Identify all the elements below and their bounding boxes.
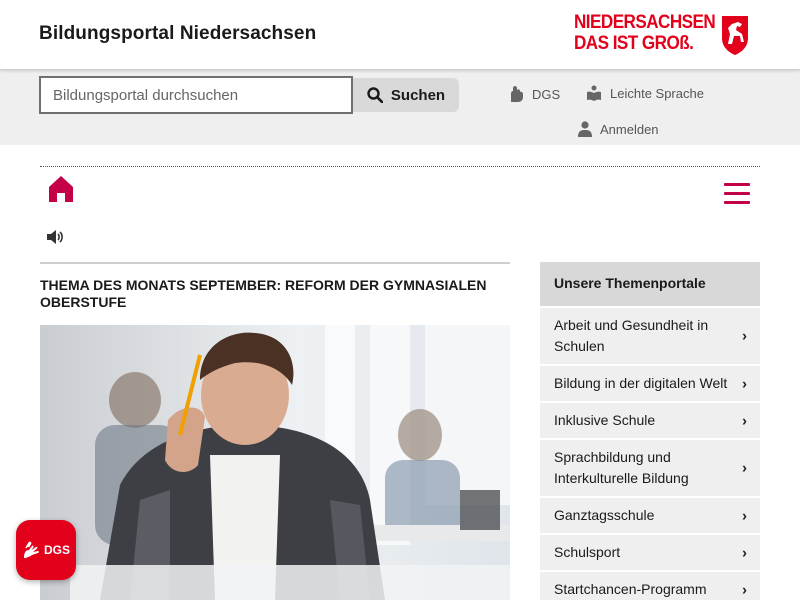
article-rule — [40, 262, 510, 264]
sidebar-item-label: Bildung in der digitalen Welt — [554, 375, 728, 391]
dgs-floating-label: DGS — [43, 543, 70, 557]
user-icon — [578, 121, 592, 137]
sidebar-item-digitale-welt[interactable]: Bildung in der digitalen Welt › — [540, 364, 760, 401]
chevron-right-icon: › — [742, 459, 747, 477]
sidebar-item-startchancen[interactable]: Startchancen-Programm › — [540, 570, 760, 600]
home-icon[interactable] — [48, 175, 74, 208]
sidebar-item-label: Ganztagsschule — [554, 507, 655, 523]
search-input[interactable] — [39, 76, 353, 114]
chevron-right-icon: › — [742, 412, 747, 429]
sidebar-item-label: Arbeit und Gesundheit in Schulen — [554, 317, 709, 354]
easy-language-link[interactable]: Leichte Sprache — [586, 85, 704, 101]
dgs-link-label: DGS — [532, 86, 561, 102]
dgs-hands-icon — [511, 86, 523, 102]
dgs-floating-button[interactable]: DGS — [16, 520, 76, 580]
site-title[interactable]: Bildungsportal Niedersachsen — [39, 23, 316, 45]
chevron-right-icon: › — [742, 581, 747, 598]
sidebar-heading: Unsere Themenportale — [540, 262, 760, 306]
sidebar-item-ganztagsschule[interactable]: Ganztagsschule › — [540, 496, 760, 533]
sidebar-item-label: Startchancen-Programm — [554, 581, 707, 597]
niedersachsen-horse-icon — [722, 16, 748, 55]
niedersachsen-logo[interactable]: NIEDERSACHSEN DAS IST GROß. — [574, 12, 750, 58]
sidebar-item-label: Inklusive Schule — [554, 412, 656, 428]
search-bar: Suchen DGS Leichte Sprache Anmelden — [0, 70, 800, 145]
article-title[interactable]: THEMA DES MONATS SEPTEMBER: REFORM DER G… — [40, 277, 510, 311]
book-icon — [587, 85, 601, 101]
sidebar-item-inklusive-schule[interactable]: Inklusive Schule › — [540, 401, 760, 438]
sidebar-item-label: Sprachbildung und Interkulturelle Bildun… — [554, 449, 689, 486]
topic-portals-sidebar: Unsere Themenportale Arbeit und Gesundhe… — [540, 262, 760, 600]
dgs-link[interactable]: DGS — [508, 85, 560, 103]
search-icon — [367, 87, 383, 103]
easy-language-label: Leichte Sprache — [610, 85, 704, 101]
sidebar-item-label: Schulsport — [554, 544, 621, 560]
sidebar-item-sprachbildung[interactable]: Sprachbildung und Interkulturelle Bildun… — [540, 438, 760, 496]
article-image[interactable] — [40, 325, 510, 600]
speaker-icon[interactable] — [46, 229, 64, 250]
logo-line-1: NIEDERSACHSEN — [574, 12, 716, 33]
menu-icon[interactable] — [724, 183, 750, 204]
site-header: Bildungsportal Niedersachsen NIEDERSACHS… — [0, 0, 800, 70]
sidebar-item-schulsport[interactable]: Schulsport › — [540, 533, 760, 570]
chevron-right-icon: › — [742, 544, 747, 561]
sidebar-item-arbeit-gesundheit[interactable]: Arbeit und Gesundheit in Schulen › — [540, 306, 760, 364]
chevron-right-icon: › — [742, 507, 747, 524]
logo-line-2: DAS IST GROß. — [574, 33, 694, 54]
dgs-hands-icon — [23, 541, 39, 558]
chevron-right-icon: › — [742, 375, 747, 392]
chevron-right-icon: › — [742, 327, 747, 345]
search-button[interactable]: Suchen — [353, 78, 459, 112]
login-label: Anmelden — [600, 121, 659, 137]
nav-divider — [40, 166, 760, 167]
search-button-label: Suchen — [390, 86, 446, 104]
login-link[interactable]: Anmelden — [578, 121, 659, 137]
